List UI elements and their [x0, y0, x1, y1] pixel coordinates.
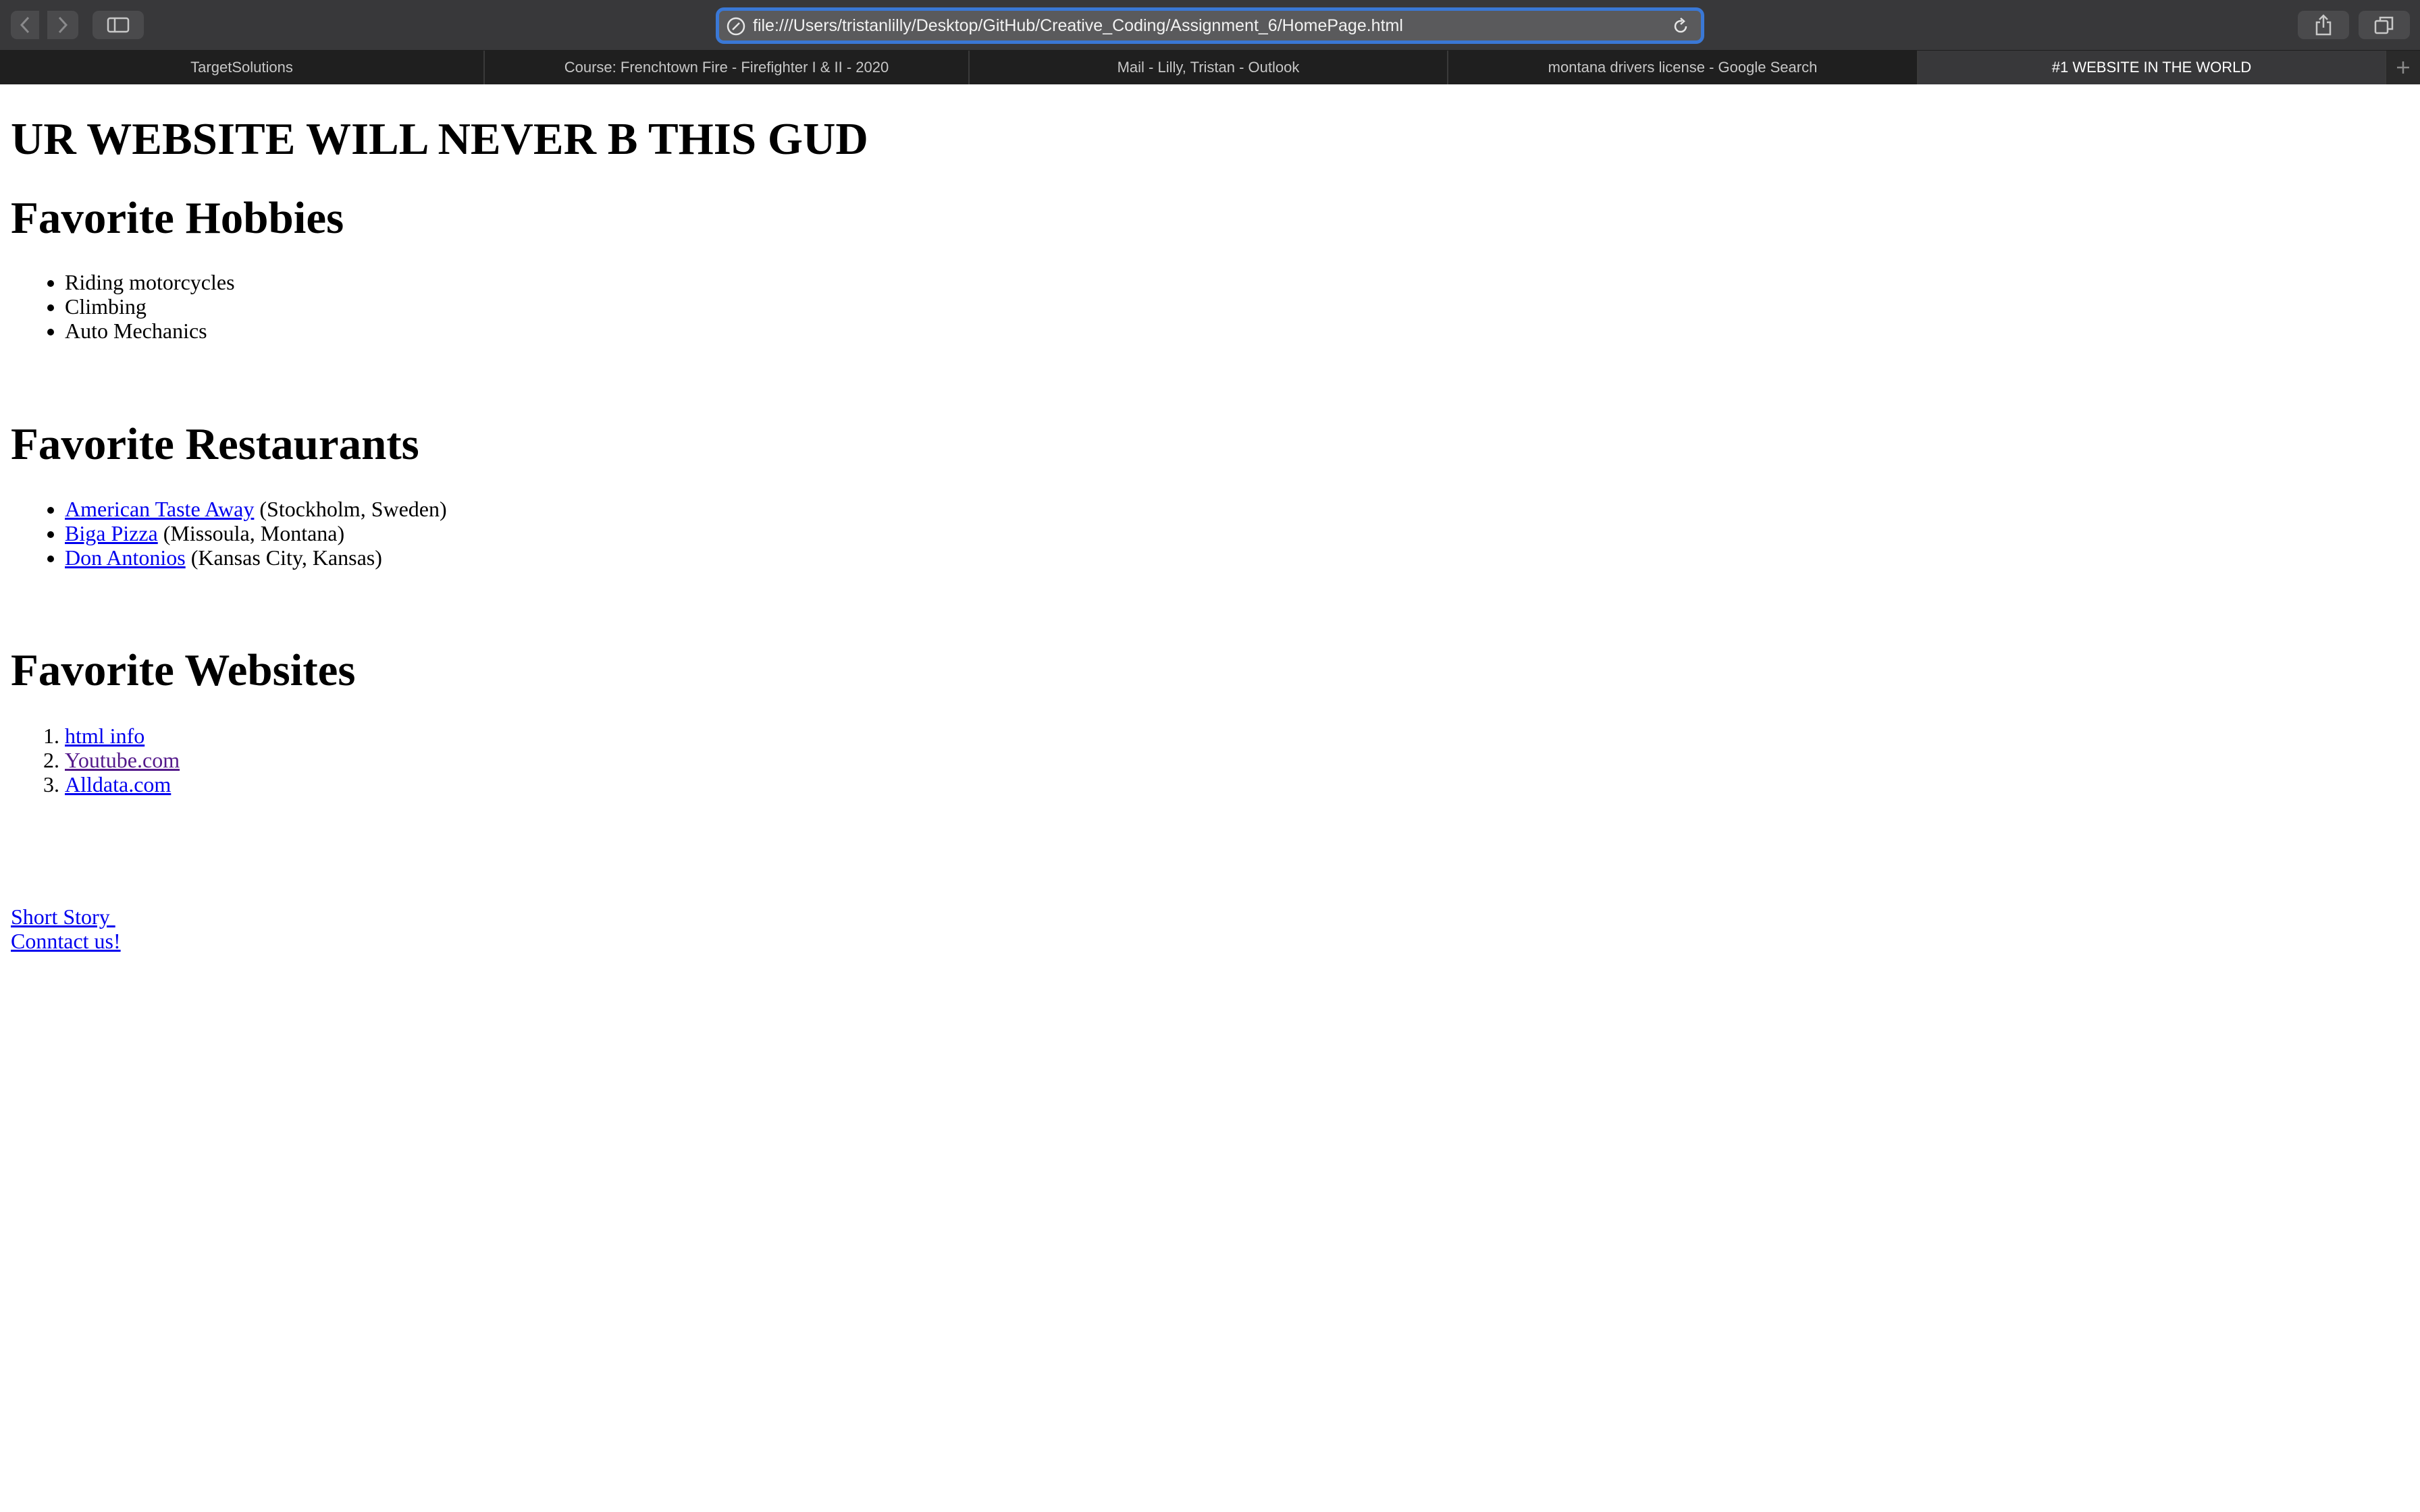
restaurant-location: (Missoula, Montana): [157, 521, 345, 545]
sidebar-button[interactable]: [93, 11, 144, 39]
restaurant-link[interactable]: American Taste Away: [65, 497, 254, 521]
url-text[interactable]: file:///Users/tristanlilly/Desktop/GitHu…: [753, 11, 1403, 40]
websites-list: html info Youtube.com Alldata.com: [11, 724, 180, 796]
tab-google-search[interactable]: montana drivers license - Google Search: [1448, 51, 1918, 84]
tabs-overview-button[interactable]: [2359, 11, 2410, 39]
compass-icon: [727, 17, 745, 36]
forward-button[interactable]: [47, 11, 78, 39]
list-item: Don Antonios (Kansas City, Kansas): [65, 545, 447, 570]
page-title: UR WEBSITE WILL NEVER B THIS GUD: [11, 114, 868, 164]
website-link[interactable]: Youtube.com: [65, 748, 180, 772]
website-link[interactable]: Alldata.com: [65, 772, 171, 796]
sidebar-icon: [107, 17, 130, 33]
reload-icon[interactable]: [1671, 17, 1690, 36]
back-button[interactable]: [11, 11, 39, 39]
restaurants-list: American Taste Away (Stockholm, Sweden) …: [11, 497, 447, 570]
tab-mail[interactable]: Mail - Lilly, Tristan - Outlook: [970, 51, 1448, 84]
tab-bar: TargetSolutions Course: Frenchtown Fire …: [0, 51, 2420, 84]
new-tab-button[interactable]: [2386, 51, 2420, 84]
tabs-icon: [2374, 16, 2394, 34]
chevron-left-icon: [20, 16, 30, 34]
tab-course[interactable]: Course: Frenchtown Fire - Firefighter I …: [485, 51, 970, 84]
address-bar[interactable]: file:///Users/tristanlilly/Desktop/GitHu…: [716, 7, 1704, 44]
list-item: Auto Mechanics: [65, 319, 235, 343]
restaurant-link[interactable]: Don Antonios: [65, 545, 186, 570]
list-item: html info: [65, 724, 180, 748]
plus-icon: [2397, 61, 2409, 74]
list-item: Youtube.com: [65, 748, 180, 772]
footer-links: Short Story Conntact us!: [11, 905, 121, 953]
contact-link[interactable]: Conntact us!: [11, 929, 121, 953]
list-item: Alldata.com: [65, 772, 180, 796]
short-story-link[interactable]: Short Story: [11, 905, 121, 929]
share-icon: [2315, 14, 2332, 36]
chevron-right-icon: [58, 16, 68, 34]
list-item: Biga Pizza (Missoula, Montana): [65, 521, 447, 545]
restaurant-location: (Stockholm, Sweden): [254, 497, 447, 521]
restaurants-heading: Favorite Restaurants: [11, 419, 419, 469]
hobbies-heading: Favorite Hobbies: [11, 193, 344, 243]
website-link[interactable]: html info: [65, 724, 144, 748]
restaurant-location: (Kansas City, Kansas): [185, 545, 382, 570]
tab-targetsolutions[interactable]: TargetSolutions: [0, 51, 485, 84]
list-item: American Taste Away (Stockholm, Sweden): [65, 497, 447, 521]
list-item: Climbing: [65, 294, 235, 319]
share-button[interactable]: [2298, 11, 2349, 39]
restaurant-link[interactable]: Biga Pizza: [65, 521, 158, 545]
websites-heading: Favorite Websites: [11, 645, 356, 695]
browser-toolbar: file:///Users/tristanlilly/Desktop/GitHu…: [0, 0, 2420, 51]
hobbies-list: Riding motorcycles Climbing Auto Mechani…: [11, 270, 235, 343]
list-item: Riding motorcycles: [65, 270, 235, 294]
tab-active-website[interactable]: #1 WEBSITE IN THE WORLD: [1918, 51, 2386, 84]
